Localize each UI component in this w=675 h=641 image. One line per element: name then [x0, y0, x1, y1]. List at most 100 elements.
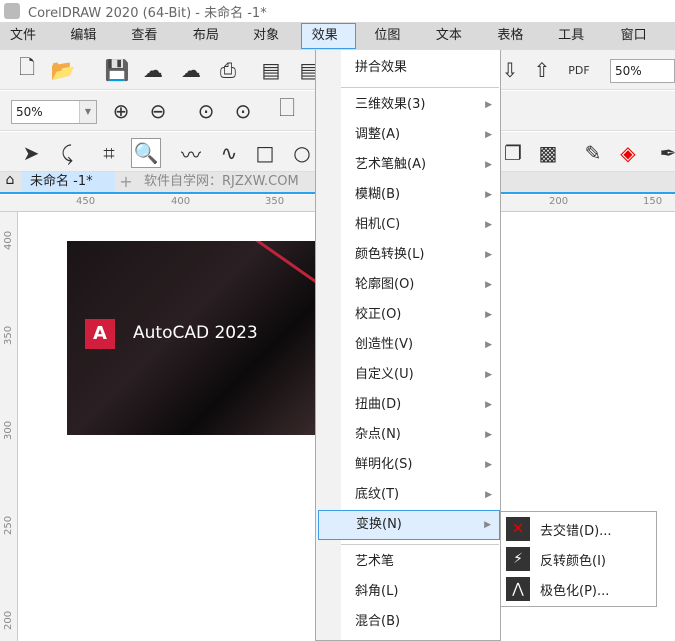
menu-item-label: 模糊(B) [355, 187, 401, 202]
ellipse-tool-icon[interactable]: ○ [289, 140, 315, 166]
zoom-select-value: 50% [16, 105, 43, 119]
menu-tools[interactable]: 工具(O) [548, 23, 602, 69]
menu-item-label: 艺术笔触(A) [355, 157, 427, 172]
submenu-arrow-icon: ▶ [485, 430, 492, 440]
menu-item-blend[interactable]: 混合(B) [318, 607, 500, 637]
freehand-tool-icon[interactable]: 〰 [178, 140, 204, 167]
cloud-download-icon[interactable]: ☁ [140, 57, 166, 83]
print-icon[interactable]: ⎙ [215, 57, 241, 83]
menu-item-posterize[interactable]: ⋀ 极色化(P)... [501, 574, 656, 604]
zoom-tool-icon[interactable]: 🔍 [131, 138, 161, 168]
rectangle-tool-icon[interactable]: □ [252, 140, 278, 166]
submenu-arrow-icon: ▶ [485, 340, 492, 350]
app-logo-icon [4, 3, 20, 19]
menu-table[interactable]: 表格(T) [487, 23, 540, 69]
menu-item[interactable]: 艺术笔触(A) ▶ [318, 150, 500, 180]
submenu-arrow-icon: ▶ [485, 280, 492, 290]
window-title: CorelDRAW 2020 (64-Bit) - 未命名 -1* [28, 5, 267, 21]
menu-layout[interactable]: 布局(L) [183, 23, 235, 69]
menu-item-label: 拼合效果 [355, 60, 408, 75]
ruler-label: 350 [265, 196, 285, 207]
ruler-label: 250 [3, 515, 14, 535]
ruler-label: 200 [549, 196, 569, 207]
open-folder-icon[interactable]: 📂 [50, 57, 76, 83]
menu-edit[interactable]: 编辑(E) [60, 23, 113, 69]
ruler-label: 450 [76, 196, 96, 207]
menu-file[interactable]: 文件(F) [0, 23, 52, 69]
menu-item[interactable]: 创造性(V) ▶ [318, 330, 500, 360]
autocad-bitmap[interactable]: A AutoCAD 2023 [67, 241, 317, 435]
ruler-label: 200 [3, 610, 14, 630]
home-icon[interactable]: ⌂ [0, 172, 20, 192]
fill-icon[interactable]: ◈ [615, 140, 641, 166]
watermark-text: 软件自学网：RJZXW.COM [144, 174, 299, 189]
menu-item-label: 轮廓图(O) [355, 277, 415, 292]
menu-item-label: 极色化(P)... [540, 583, 610, 599]
menu-item[interactable]: 相机(C) ▶ [318, 210, 500, 240]
zoom-selected-icon[interactable]: ⊙ [193, 98, 219, 124]
zoom-page-icon[interactable]: 🗌 [274, 96, 300, 124]
menu-item-label: 反转颜色(I) [540, 553, 606, 569]
menu-text[interactable]: 文本(X) [426, 23, 479, 69]
outline-pen-icon[interactable]: ✒ [655, 140, 675, 166]
add-tab-icon[interactable]: + [116, 172, 136, 192]
transparency-icon[interactable]: ▩ [535, 140, 561, 166]
menu-item[interactable]: 三维效果(3) ▶ [318, 90, 500, 120]
zoom-in-icon[interactable]: ⊕ [108, 98, 134, 124]
menu-item[interactable]: 轮廓图(O) ▶ [318, 270, 500, 300]
chevron-down-icon[interactable]: ▼ [79, 101, 96, 123]
publish-icon[interactable]: ▤ [258, 57, 284, 83]
menu-item-artistic-media[interactable]: 艺术笔 [318, 547, 500, 577]
submenu-arrow-icon: ▶ [485, 130, 492, 140]
menu-effects[interactable]: 效果(C) [300, 23, 357, 67]
menu-bitmap[interactable]: 位图(B) [364, 23, 417, 69]
vertical-ruler[interactable]: 400 350 300 250 200 [0, 212, 18, 641]
title-bar: CorelDRAW 2020 (64-Bit) - 未命名 -1* [0, 0, 675, 22]
menu-object[interactable]: 对象(J) [243, 23, 293, 69]
submenu-arrow-icon: ▶ [485, 100, 492, 110]
crop-tool-icon[interactable]: ⌗ [96, 140, 122, 166]
menu-item[interactable]: 调整(A) ▶ [318, 120, 500, 150]
artistic-media-icon[interactable]: ∿ [216, 140, 242, 166]
zoom-level-field[interactable]: 50% [610, 59, 675, 83]
menu-window[interactable]: 窗口(W) [611, 23, 667, 69]
submenu-arrow-icon: ▶ [485, 310, 492, 320]
ruler-label: 400 [3, 230, 14, 250]
menu-item-flatten-effects[interactable]: 拼合效果 [318, 53, 500, 83]
menu-item[interactable]: 变换(N) ▶ [318, 510, 500, 540]
zoom-all-icon[interactable]: ⊙ [230, 98, 256, 124]
zoom-select[interactable]: 50% ▼ [11, 100, 97, 124]
menu-item[interactable]: 鲜明化(S) ▶ [318, 450, 500, 480]
menu-item[interactable]: 模糊(B) ▶ [318, 180, 500, 210]
menu-item[interactable]: 校正(O) ▶ [318, 300, 500, 330]
tab-document[interactable]: 未命名 -1* [21, 172, 115, 192]
export-icon[interactable]: ⇧ [529, 57, 555, 83]
submenu-arrow-icon: ▶ [485, 220, 492, 230]
menu-item-invert-colors[interactable]: ⚡ 反转颜色(I) [501, 544, 656, 574]
menu-item-deinterlace[interactable]: ✕ 去交错(D)... [501, 514, 656, 544]
submenu-arrow-icon: ▶ [485, 370, 492, 380]
menu-view[interactable]: 查看(V) [121, 23, 174, 69]
ruler-label: 400 [171, 196, 191, 207]
red-streak [216, 241, 317, 329]
zoom-out-icon[interactable]: ⊖ [145, 98, 171, 124]
shape-tool-icon[interactable]: ⤹ [54, 140, 80, 166]
submenu-arrow-icon: ▶ [485, 160, 492, 170]
eyedropper-icon[interactable]: ✎ [580, 140, 606, 166]
cloud-upload-icon[interactable]: ☁ [178, 57, 204, 83]
menu-item[interactable]: 颜色转换(L) ▶ [318, 240, 500, 270]
pdf-icon[interactable]: PDF [566, 57, 592, 83]
menu-item[interactable]: 杂点(N) ▶ [318, 420, 500, 450]
submenu-arrow-icon: ▶ [485, 190, 492, 200]
new-document-icon[interactable]: 🗋 [14, 55, 40, 83]
pick-tool-icon[interactable]: ➤ [18, 140, 44, 166]
save-icon[interactable]: 💾 [104, 57, 130, 83]
menu-item[interactable]: 扭曲(D) ▶ [318, 390, 500, 420]
ruler-label: 350 [3, 325, 14, 345]
drop-shadow-icon[interactable]: ❐ [500, 140, 526, 166]
menu-item-label: 校正(O) [355, 307, 402, 322]
menu-item-bevel[interactable]: 斜角(L) [318, 577, 500, 607]
menu-item-label: 混合(B) [355, 614, 401, 629]
menu-item[interactable]: 底纹(T) ▶ [318, 480, 500, 510]
menu-item[interactable]: 自定义(U) ▶ [318, 360, 500, 390]
